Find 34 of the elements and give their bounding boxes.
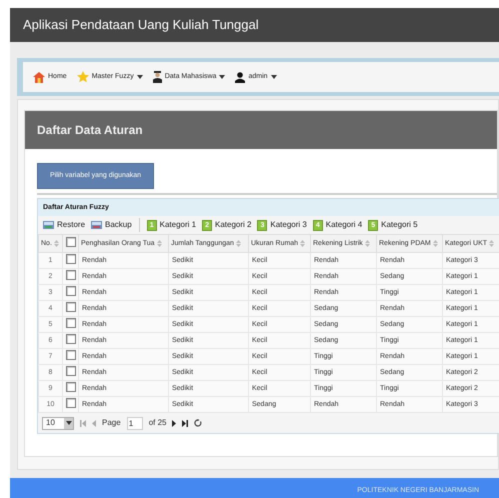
home-icon (33, 72, 45, 82)
person-icon (152, 71, 162, 83)
user-icon (235, 72, 246, 82)
star-icon (76, 71, 89, 83)
page-number-field[interactable]: 1 (126, 416, 143, 430)
sort-icon (300, 240, 306, 248)
checkbox[interactable] (66, 334, 76, 344)
caret-down-icon (66, 421, 72, 426)
checkbox[interactable] (66, 270, 76, 280)
checkbox[interactable] (66, 366, 76, 376)
page-count: of 25 (148, 417, 166, 430)
checkbox[interactable] (66, 350, 76, 360)
sort-icon (364, 240, 370, 248)
checkbox[interactable] (66, 318, 76, 328)
checkbox[interactable] (66, 302, 76, 312)
sort-icon (236, 240, 241, 248)
toolbar-button[interactable]: Restore (40, 219, 88, 232)
last-page-icon[interactable] (182, 420, 188, 427)
checkbox[interactable] (66, 236, 76, 246)
next-page-icon[interactable] (172, 420, 176, 427)
sort-icon (489, 240, 494, 248)
page-label: Page (102, 417, 121, 430)
refresh-icon[interactable] (194, 419, 202, 428)
sort-icon (432, 240, 438, 248)
app-title: Aplikasi Pendataan Uang Kuliah Tunggal (23, 16, 259, 34)
sort-icon (156, 240, 162, 248)
panel-title: Daftar Data Aturan (37, 122, 143, 139)
page-size-select[interactable]: 10 (42, 416, 74, 430)
checkbox[interactable] (66, 382, 76, 392)
sort-icon (54, 240, 59, 248)
checkbox[interactable] (66, 254, 76, 264)
checkbox[interactable] (66, 286, 76, 296)
checkbox[interactable] (66, 398, 76, 408)
toolbar-button[interactable]: Backup (88, 219, 135, 232)
